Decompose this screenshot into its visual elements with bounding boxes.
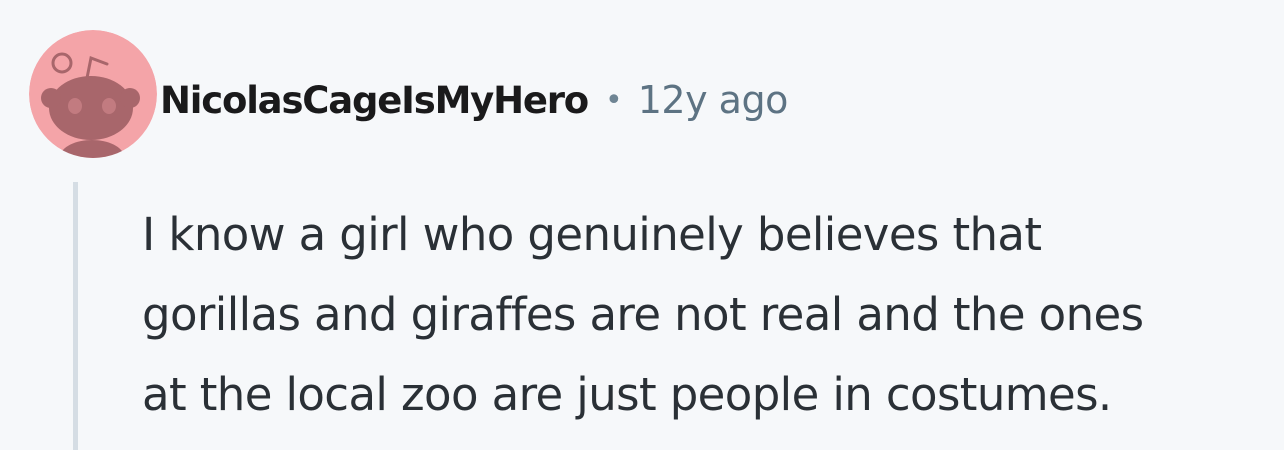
comment-meta: NicolasCageIsMyHero • 12y ago	[160, 70, 788, 130]
comment-body-line: gorillas and giraffes are not real and t…	[142, 288, 1144, 341]
comment-timestamp[interactable]: 12y ago	[638, 78, 789, 122]
meta-separator: •	[605, 82, 623, 118]
thread-collapse-line[interactable]	[73, 182, 78, 450]
comment-body: I know a girl who genuinely believes tha…	[142, 195, 1282, 435]
snoo-avatar-icon	[29, 30, 157, 158]
author-username[interactable]: NicolasCageIsMyHero	[160, 79, 589, 122]
comment-body-line: I know a girl who genuinely believes tha…	[142, 208, 1042, 261]
comment: NicolasCageIsMyHero • 12y ago I know a g…	[0, 0, 1284, 450]
comment-body-line: at the local zoo are just people in cost…	[142, 368, 1112, 421]
user-avatar[interactable]	[29, 30, 157, 158]
